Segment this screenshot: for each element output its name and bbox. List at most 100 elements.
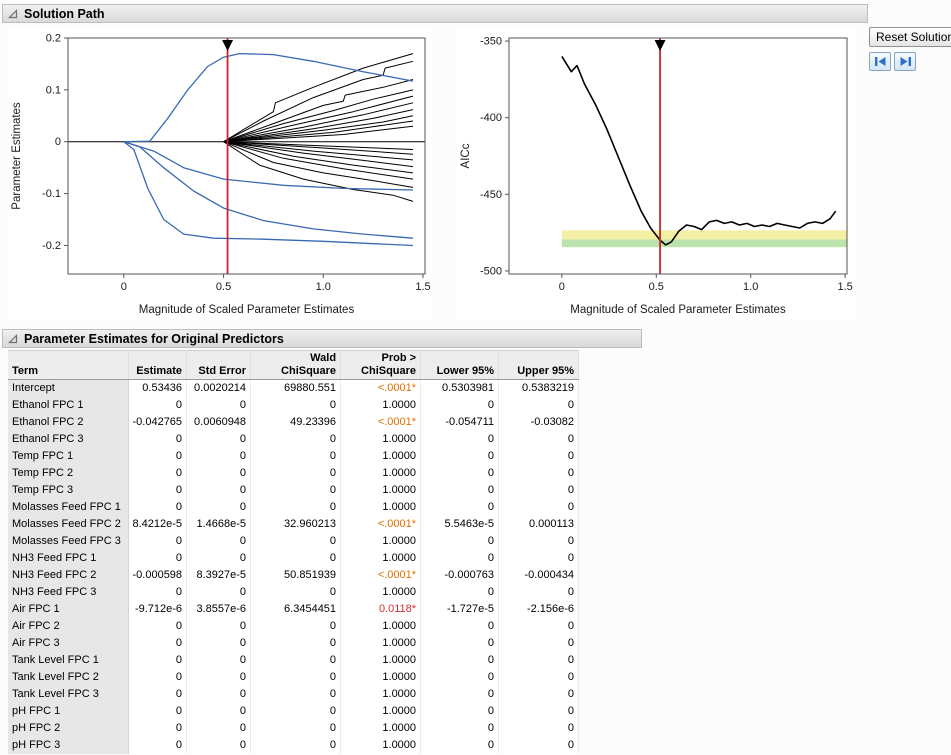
series-aicc [562, 56, 836, 245]
table-row[interactable]: Ethanol FPC 30001.000000 [8, 431, 579, 448]
solution-arrow-marker[interactable] [655, 40, 666, 51]
disclosure-icon[interactable] [8, 9, 18, 19]
step-forward-button[interactable] [894, 52, 916, 71]
table-row[interactable]: Intercept0.534360.002021469880.551<.0001… [8, 380, 579, 398]
cell-upper: 0 [499, 499, 579, 516]
cell-estimate: -9.712e-6 [128, 601, 187, 618]
series-active-4 [124, 142, 413, 190]
outline-header-parameter-estimates[interactable]: Parameter Estimates for Original Predict… [2, 329, 642, 348]
cell-lower: 5.5463e-5 [421, 516, 499, 533]
table-row[interactable]: Ethanol FPC 2-0.0427650.006094849.23396<… [8, 414, 579, 431]
cell-term: Tank Level FPC 2 [8, 669, 128, 686]
cell-estimate: 0 [128, 499, 187, 516]
cell-lower: 0 [421, 465, 499, 482]
cell-lower: -0.054711 [421, 414, 499, 431]
cell-lower: 0 [421, 448, 499, 465]
section-title-solution-path: Solution Path [24, 7, 105, 21]
cell-std_error: 3.8557e-6 [187, 601, 251, 618]
solution-arrow-marker[interactable] [222, 40, 233, 51]
table-row[interactable]: Tank Level FPC 30001.000000 [8, 686, 579, 703]
cell-upper: 0 [499, 397, 579, 414]
cell-term: pH FPC 1 [8, 703, 128, 720]
cell-term: Intercept [8, 380, 128, 398]
table-row[interactable]: Temp FPC 20001.000000 [8, 465, 579, 482]
cell-estimate: 0 [128, 703, 187, 720]
x-tick-label: 1.5 [837, 281, 852, 293]
table-row[interactable]: Tank Level FPC 20001.000000 [8, 669, 579, 686]
cell-term: Temp FPC 1 [8, 448, 128, 465]
y-tick-label: -0.1 [42, 188, 61, 200]
cell-prob: 1.0000 [341, 584, 421, 601]
cell-lower: 0 [421, 703, 499, 720]
cell-upper: 0 [499, 533, 579, 550]
cell-estimate: 0 [128, 737, 187, 754]
table-row[interactable]: Ethanol FPC 10001.000000 [8, 397, 579, 414]
column-header-std_error: Std Error [187, 351, 251, 380]
table-row[interactable]: Temp FPC 10001.000000 [8, 448, 579, 465]
table-row[interactable]: Tank Level FPC 10001.000000 [8, 652, 579, 669]
cell-estimate: 0.53436 [128, 380, 187, 398]
cell-std_error: 0 [187, 431, 251, 448]
cell-prob: 1.0000 [341, 669, 421, 686]
aicc-green-zone [562, 240, 847, 248]
cell-lower: -0.000763 [421, 567, 499, 584]
series-path-1 [224, 54, 413, 142]
table-row[interactable]: NH3 Feed FPC 2-0.0005988.3927e-550.85193… [8, 567, 579, 584]
table-row[interactable]: NH3 Feed FPC 10001.000000 [8, 550, 579, 567]
cell-wald: 50.851939 [251, 567, 341, 584]
table-row[interactable]: Molasses Feed FPC 28.4212e-51.4668e-532.… [8, 516, 579, 533]
aicc-yellow-zone [562, 230, 847, 239]
cell-estimate: -0.000598 [128, 567, 187, 584]
cell-term: Air FPC 1 [8, 601, 128, 618]
table-row[interactable]: pH FPC 10001.000000 [8, 703, 579, 720]
aicc-chart[interactable]: 00.51.01.5-350-400-450-500Magnitude of S… [457, 28, 857, 320]
cell-prob: <.0001* [341, 414, 421, 431]
cell-term: Air FPC 2 [8, 618, 128, 635]
cell-upper: 0 [499, 584, 579, 601]
cell-upper: 0 [499, 618, 579, 635]
cell-term: Ethanol FPC 2 [8, 414, 128, 431]
disclosure-icon[interactable] [8, 334, 18, 344]
table-row[interactable]: NH3 Feed FPC 30001.000000 [8, 584, 579, 601]
cell-term: Molasses Feed FPC 3 [8, 533, 128, 550]
cell-estimate: 0 [128, 533, 187, 550]
x-tick-label: 0.5 [649, 281, 664, 293]
cell-prob: 1.0000 [341, 618, 421, 635]
cell-wald: 6.3454451 [251, 601, 341, 618]
cell-upper: 0 [499, 431, 579, 448]
x-tick-label: 1.0 [743, 281, 758, 293]
table-row[interactable]: pH FPC 20001.000000 [8, 720, 579, 737]
table-row[interactable]: Air FPC 30001.000000 [8, 635, 579, 652]
table-row[interactable]: pH FPC 30001.000000 [8, 737, 579, 754]
table-row[interactable]: Molasses Feed FPC 10001.000000 [8, 499, 579, 516]
cell-estimate: 0 [128, 618, 187, 635]
step-back-button[interactable] [869, 52, 891, 71]
cell-prob: <.0001* [341, 567, 421, 584]
y-tick-label: 0.2 [46, 33, 61, 45]
cell-wald: 0 [251, 465, 341, 482]
outline-header-solution-path[interactable]: Solution Path [2, 4, 868, 23]
parameter-estimates-path-chart[interactable]: 00.51.01.50.20.10-0.1-0.2Magnitude of Sc… [8, 28, 433, 320]
cell-lower: 0 [421, 737, 499, 754]
cell-lower: 0 [421, 618, 499, 635]
cell-lower: 0 [421, 635, 499, 652]
cell-prob: <.0001* [341, 516, 421, 533]
jmp-report-window: { "headers": { "solution_path": "Solutio… [0, 0, 951, 755]
cell-std_error: 1.4668e-5 [187, 516, 251, 533]
cell-prob: <.0001* [341, 380, 421, 398]
cell-std_error: 0 [187, 720, 251, 737]
table-row[interactable]: Molasses Feed FPC 30001.000000 [8, 533, 579, 550]
series-active-2 [124, 142, 413, 246]
cell-prob: 1.0000 [341, 465, 421, 482]
column-header-term: Term [8, 351, 128, 380]
cell-term: NH3 Feed FPC 1 [8, 550, 128, 567]
cell-lower: 0 [421, 499, 499, 516]
table-row[interactable]: Temp FPC 30001.000000 [8, 482, 579, 499]
x-axis-title: Magnitude of Scaled Parameter Estimates [570, 304, 786, 316]
table-row[interactable]: Air FPC 1-9.712e-63.8557e-66.34544510.01… [8, 601, 579, 618]
cell-upper: 0 [499, 652, 579, 669]
cell-std_error: 0 [187, 550, 251, 567]
reset-solution-button[interactable]: Reset Solution [869, 27, 951, 47]
table-row[interactable]: Air FPC 20001.000000 [8, 618, 579, 635]
cell-estimate: 0 [128, 669, 187, 686]
